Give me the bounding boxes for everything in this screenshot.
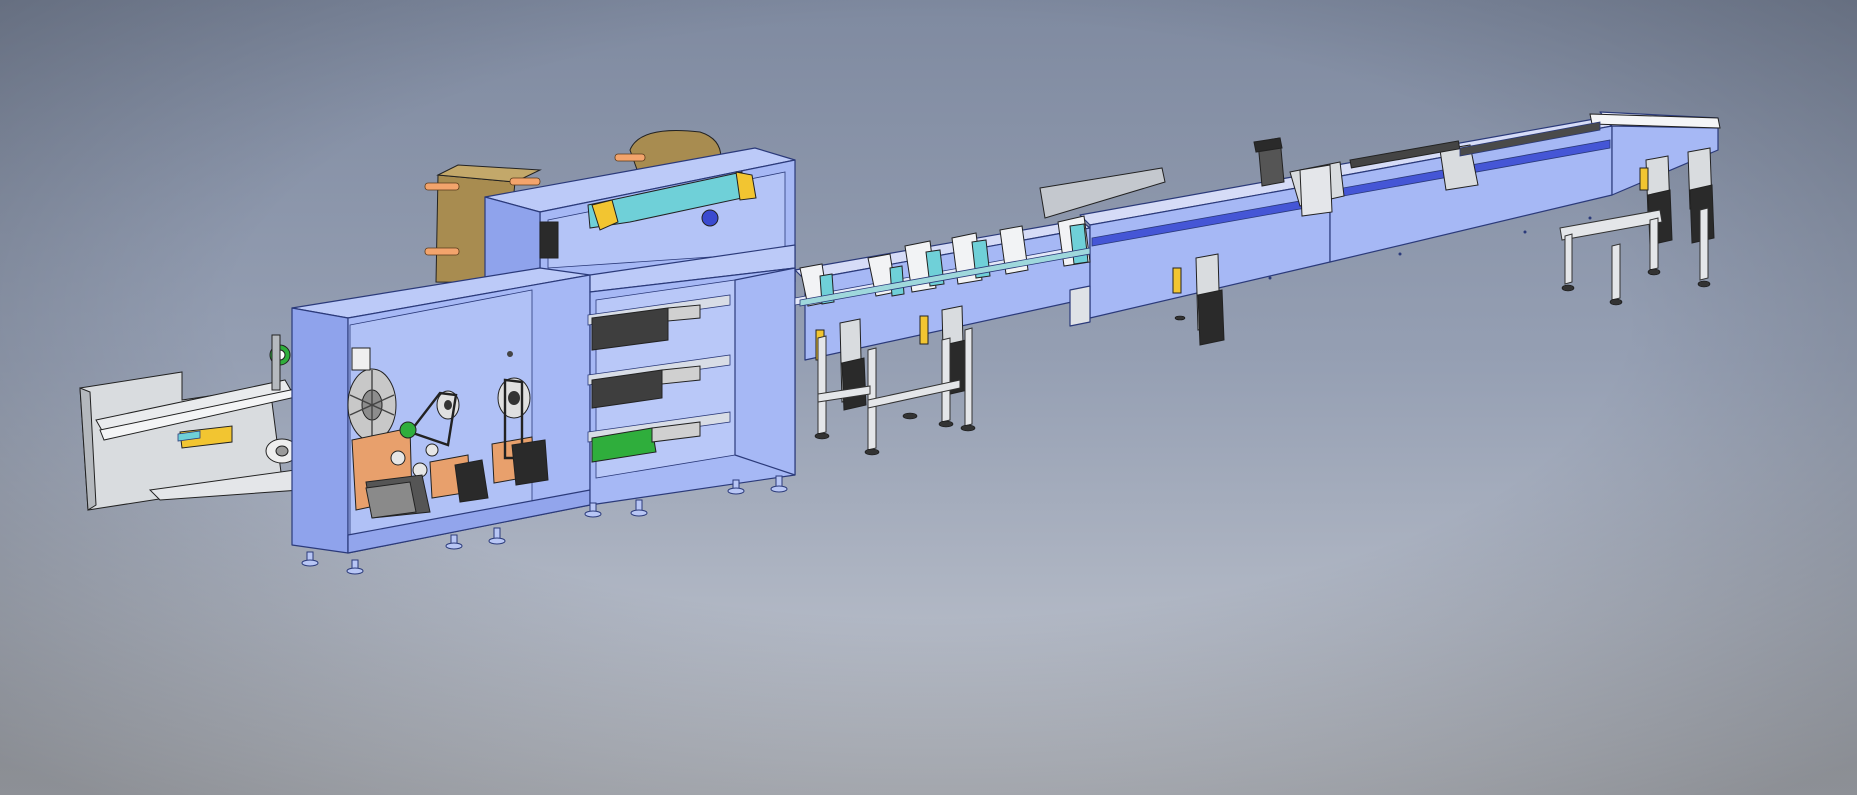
sealing-roller [701, 209, 719, 227]
idler-small-a [390, 450, 406, 466]
cabinet-door-right [734, 267, 796, 476]
pulley-right-core [508, 391, 520, 405]
sensor-box [351, 347, 371, 371]
servo-motor-main-body [365, 481, 417, 519]
pulley-upper-core [444, 400, 452, 410]
cabinet-bolt [507, 351, 513, 357]
film-roll-core [275, 445, 289, 457]
drive-post [271, 334, 281, 391]
upper-clamp [539, 221, 559, 259]
electrical-cabinet[interactable] [587, 244, 796, 506]
cross-arm-a [1299, 164, 1333, 217]
cad-model-viewport[interactable] [0, 0, 1857, 795]
idler-green [399, 421, 417, 439]
assembly-3d-view[interactable] [0, 0, 1857, 795]
main-cabinet-side [291, 307, 349, 554]
gearbox-a [454, 459, 489, 503]
idler-small-c [425, 443, 439, 457]
gearbox-b [511, 439, 549, 486]
conveyor-seg2-base [1069, 285, 1091, 327]
